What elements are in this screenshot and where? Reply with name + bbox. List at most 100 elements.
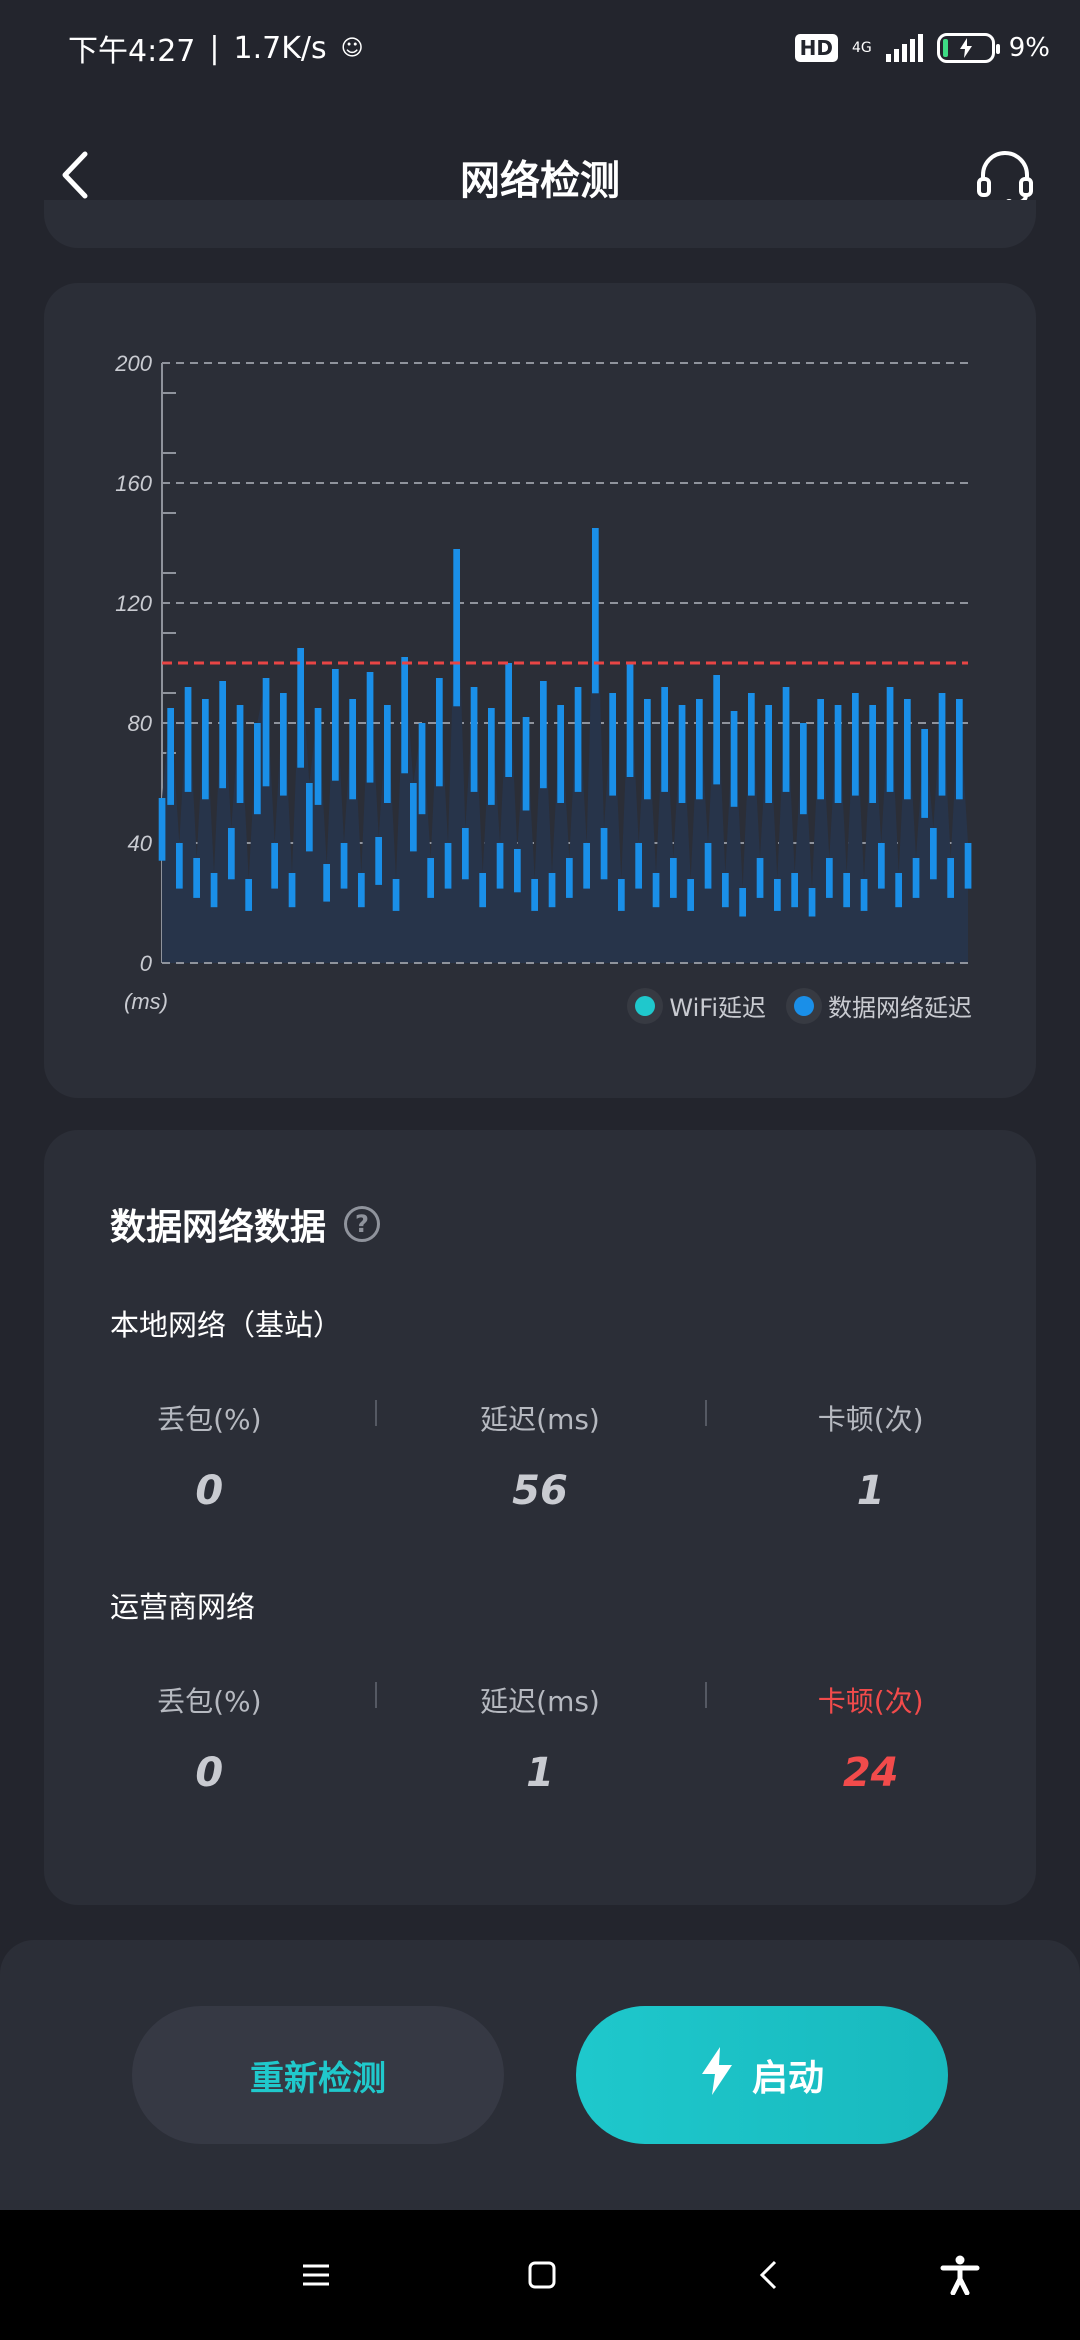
retest-button[interactable]: 重新检测 — [132, 2006, 504, 2144]
latency-chart-card: 200 160 120 80 40 0 (ms) WiFi延迟 数据网络延迟 — [44, 283, 1036, 1098]
series-point — [652, 873, 660, 908]
y-tick-label: 80 — [128, 711, 153, 736]
start-button[interactable]: 启动 — [576, 2006, 948, 2144]
series-point — [349, 699, 356, 800]
back-triangle-icon[interactable] — [748, 2255, 788, 2295]
menu-icon[interactable] — [296, 2255, 336, 2295]
series-point — [904, 699, 911, 800]
series-point — [869, 705, 876, 803]
question-circle-icon[interactable]: ? — [344, 1206, 381, 1242]
series-point — [661, 687, 668, 792]
carrier-loss: 丢包(%) 0 — [44, 1680, 375, 1796]
series-point — [236, 705, 244, 803]
notification-icon: ☺ — [340, 35, 364, 61]
series-point — [756, 858, 764, 898]
carrier-latency-value: 1 — [526, 1750, 554, 1796]
series-point — [427, 858, 434, 898]
legend-dot-mobile — [794, 995, 814, 1016]
carrier-network-stats: 丢包(%) 0 延迟(ms) 1 卡顿(次) 24 — [44, 1680, 1036, 1796]
carrier-loss-label: 丢包(%) — [157, 1685, 262, 1718]
series-point — [938, 693, 946, 796]
series-point — [384, 705, 391, 803]
series-point — [704, 843, 712, 889]
local-loss-value: 0 — [195, 1468, 224, 1514]
local-latency: 延迟(ms) 56 — [374, 1398, 706, 1514]
network-type: 4G — [851, 40, 872, 56]
series-point — [202, 699, 209, 800]
legend-label-mobile: 数据网络延迟 — [828, 994, 972, 1022]
lightning-icon — [700, 2046, 734, 2104]
previous-card-edge — [44, 200, 1036, 248]
local-stutter: 卡顿(次) 1 — [705, 1398, 1036, 1514]
series-point — [228, 828, 235, 880]
series-point — [670, 858, 677, 898]
series-point — [436, 678, 443, 787]
series-point — [358, 873, 365, 908]
series-point — [956, 699, 963, 800]
hd-badge: HD — [794, 34, 838, 62]
series-point — [592, 528, 599, 694]
series-point — [921, 729, 928, 818]
series-point — [158, 798, 166, 861]
series-point — [583, 843, 590, 889]
series-point — [722, 873, 729, 908]
action-panel: 重新检测 启动 — [0, 1940, 1080, 2210]
series-point — [566, 858, 573, 898]
legend-item-wifi: WiFi延迟 — [635, 988, 766, 1023]
series-point — [800, 723, 807, 815]
series-point — [505, 663, 512, 777]
series-point — [609, 693, 616, 796]
series-point — [808, 888, 816, 917]
series-point — [540, 681, 547, 789]
carrier-loss-value: 0 — [195, 1750, 224, 1796]
page-title: 网络检测 — [460, 158, 620, 204]
battery-percent: 9% — [1008, 33, 1050, 63]
series-point — [600, 828, 608, 880]
series-point — [323, 864, 330, 902]
series-point — [462, 828, 469, 880]
legend-item-mobile: 数据网络延迟 — [794, 988, 972, 1023]
series-point — [878, 843, 885, 889]
y-tick-label: 160 — [115, 471, 152, 496]
series-point — [618, 879, 625, 911]
local-network-stats: 丢包(%) 0 延迟(ms) 56 卡顿(次) 1 — [44, 1398, 1036, 1514]
start-button-label: 启动 — [751, 2058, 824, 2099]
series-point — [332, 669, 339, 781]
series-point — [557, 705, 564, 803]
retest-button-label: 重新检测 — [250, 2058, 386, 2099]
battery-icon — [936, 33, 1000, 63]
stats-card: 数据网络数据 ? 本地网络（基站） 丢包(%) 0 延迟(ms) 56 卡顿(次… — [44, 1130, 1036, 1905]
series-point — [739, 888, 746, 917]
section-title-text: 数据网络数据 — [110, 1207, 327, 1248]
series-point — [826, 858, 833, 898]
carrier-stutter: 卡顿(次) 24 — [705, 1680, 1036, 1796]
series-point — [730, 711, 738, 807]
series-point — [444, 843, 452, 889]
y-tick-label: 200 — [114, 351, 152, 376]
status-left: 下午4:27 | 1.7K/s ☺ — [68, 26, 364, 70]
series-point — [531, 879, 538, 911]
series-point — [678, 705, 686, 803]
accessibility-icon[interactable] — [940, 2255, 980, 2295]
series-point — [245, 879, 252, 911]
series-point — [860, 879, 868, 911]
local-loss: 丢包(%) 0 — [44, 1398, 375, 1514]
local-stutter-value: 1 — [856, 1468, 885, 1514]
section-title: 数据网络数据 ? — [110, 1198, 381, 1250]
series-point — [886, 687, 894, 792]
series-point — [791, 873, 798, 908]
carrier-stutter-label: 卡顿(次) — [817, 1685, 924, 1718]
series-point — [366, 672, 374, 783]
series-point — [574, 687, 582, 792]
legend-dot-wifi — [635, 995, 656, 1016]
series-point — [687, 879, 694, 911]
series-point — [418, 723, 426, 815]
series-point — [496, 843, 504, 889]
series-point — [912, 858, 920, 898]
series-point — [167, 708, 174, 805]
status-speed: 1.7K/s — [233, 30, 327, 66]
y-tick-label: 0 — [140, 951, 153, 976]
square-home-icon[interactable] — [522, 2255, 562, 2295]
series-point — [254, 723, 261, 815]
series-point — [843, 873, 850, 908]
